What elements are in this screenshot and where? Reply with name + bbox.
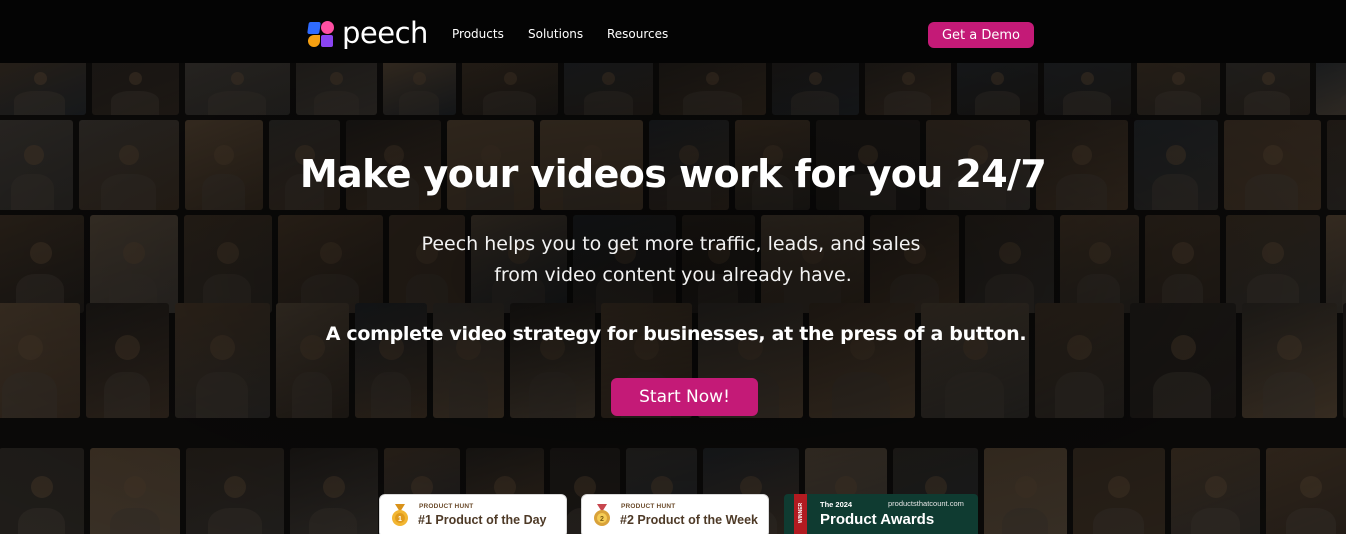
- logo-wordmark: peech: [342, 16, 428, 50]
- award-title: Product Awards: [820, 511, 935, 528]
- hero-subheading-line-1: Peech helps you to get more traffic, lea…: [421, 233, 921, 255]
- nav-item-products[interactable]: Products: [452, 27, 504, 41]
- peech-logo-icon: [307, 19, 335, 47]
- top-navigation-bar: peech Products Solutions Resources Get a…: [0, 0, 1346, 63]
- hero-subheading-line-2: from video content you already have.: [494, 264, 852, 286]
- brand-logo[interactable]: peech: [307, 16, 428, 50]
- product-hunt-day-badge[interactable]: 1 PRODUCT HUNT #1 Product of the Day: [379, 494, 567, 534]
- silver-medal-icon: 2: [594, 504, 610, 526]
- hero-headline: Make your videos work for you 24/7: [299, 152, 1047, 196]
- award-site: productsthatcount.com: [888, 499, 964, 508]
- badge-kicker: PRODUCT HUNT: [419, 503, 474, 510]
- nav-item-solutions[interactable]: Solutions: [528, 27, 583, 41]
- svg-text:1: 1: [398, 516, 402, 523]
- hero-dark-overlay: [0, 63, 1346, 534]
- page: peech Products Solutions Resources Get a…: [0, 0, 1346, 534]
- start-now-button[interactable]: Start Now!: [611, 378, 758, 416]
- get-a-demo-button[interactable]: Get a Demo: [928, 22, 1034, 48]
- badge-title: #1 Product of the Day: [418, 513, 547, 527]
- badge-title: #2 Product of the Week: [620, 513, 758, 527]
- gold-medal-icon: 1: [392, 504, 408, 526]
- winner-ribbon: WINNER: [794, 494, 807, 534]
- product-awards-badge[interactable]: WINNER The 2024 productsthatcount.com Pr…: [784, 494, 978, 534]
- hero-tagline: A complete video strategy for businesses…: [325, 323, 1027, 345]
- winner-ribbon-label: WINNER: [798, 502, 804, 524]
- award-year: The 2024: [820, 500, 853, 509]
- badge-kicker: PRODUCT HUNT: [621, 503, 676, 510]
- svg-text:2: 2: [600, 516, 604, 523]
- product-hunt-week-badge[interactable]: 2 PRODUCT HUNT #2 Product of the Week: [581, 494, 769, 534]
- nav-item-resources[interactable]: Resources: [607, 27, 668, 41]
